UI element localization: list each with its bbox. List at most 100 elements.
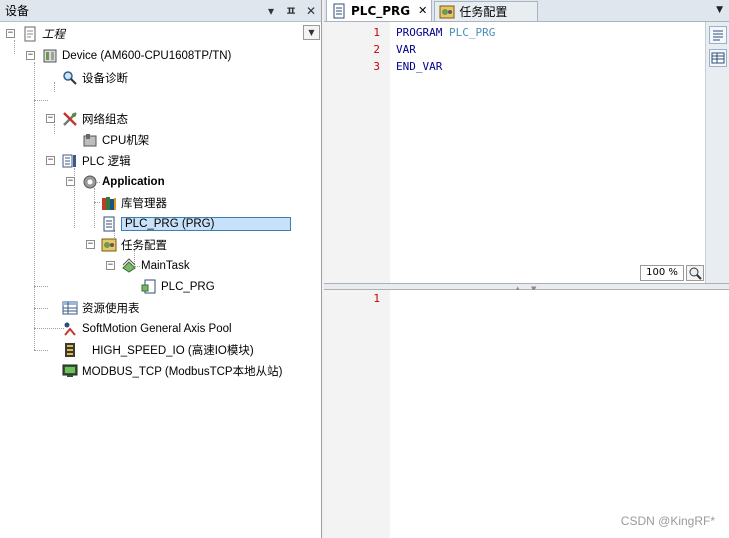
tree-item-label: CPU机架 <box>102 134 150 147</box>
tree-item-high-speed-io[interactable]: HIGH_SPEED_IO (高速IO模块) <box>62 340 254 359</box>
tab-list-dropdown[interactable]: ▼ <box>716 5 723 15</box>
line-number: 1 <box>373 292 380 305</box>
text-view-icon <box>713 30 723 41</box>
tree-item-label: PLC 逻辑 <box>82 155 131 168</box>
tree-line <box>34 62 35 350</box>
table-icon <box>62 301 78 314</box>
panel-menu-button[interactable]: ▾ <box>261 4 281 18</box>
tree-item-label: 设备诊断 <box>82 72 128 85</box>
project-icon <box>24 26 36 41</box>
tree-item-softmotion-pool[interactable]: SoftMotion General Axis Pool <box>62 319 232 338</box>
tree-item-cpu-rack[interactable]: CPU机架 <box>82 130 149 149</box>
collapse-toggle[interactable]: − <box>46 114 55 123</box>
tree-item-plc-prg[interactable]: PLC_PRG (PRG) <box>101 214 291 233</box>
pin-icon[interactable]: ㅍ <box>281 2 301 19</box>
tree-item-diagnostics[interactable]: 设备诊断 <box>62 68 128 87</box>
line-number: 3 <box>373 60 380 73</box>
line-number-gutter <box>324 290 390 538</box>
tree-line <box>14 40 15 54</box>
tree-item-main-task[interactable]: MainTask <box>121 256 190 275</box>
rack-icon <box>83 133 97 146</box>
line-number-gutter <box>324 22 390 283</box>
tree-line <box>34 328 64 329</box>
tab-plc-prg[interactable]: PLC_PRG ✕ <box>326 0 433 21</box>
tree-item-label: 库管理器 <box>121 197 167 210</box>
line-number: 1 <box>373 26 380 39</box>
tree-line <box>34 350 48 351</box>
plc-logic-icon <box>62 154 76 167</box>
table-view-icon <box>711 52 725 64</box>
code-line: END_VAR <box>396 60 443 73</box>
tree-item-application[interactable]: Application <box>82 172 165 191</box>
tree-item-resource-usage[interactable]: 资源使用表 <box>62 298 140 317</box>
device-panel-title: 设备 <box>5 4 30 18</box>
tools-icon <box>63 111 77 126</box>
tree-item-label: Application <box>102 175 165 188</box>
tab-label: 任务配置 <box>459 5 508 19</box>
tree-line <box>34 286 48 287</box>
tree-item-plc-logic[interactable]: PLC 逻辑 <box>62 151 131 170</box>
code-line: PROGRAM PLC_PRG <box>396 26 495 39</box>
code-line: VAR <box>396 43 416 56</box>
collapse-toggle[interactable]: − <box>66 177 75 186</box>
tree-item-label: MainTask <box>141 259 190 272</box>
tree-line <box>54 82 55 92</box>
editor-tab-bar: PLC_PRG ✕ 任务配置 ▼ <box>324 0 729 22</box>
tree-item-label: 任务配置 <box>121 239 167 252</box>
line-number: 2 <box>373 43 380 56</box>
program-call-icon <box>141 279 156 293</box>
tree-item-label: SoftMotion General Axis Pool <box>82 322 232 335</box>
task-config-icon <box>101 238 117 251</box>
axis-icon <box>64 322 76 336</box>
device-tree: ▼ − 工程 − Device (AM600-CPU1608TP/TN) 设备诊… <box>0 22 321 538</box>
declaration-editor[interactable]: 1 2 3 PROGRAM PLC_PRG VAR END_VAR 100 % <box>324 22 729 284</box>
zoom-icon <box>689 267 702 280</box>
app-window: 设备 ▾ ㅍ ✕ ▼ − 工程 − Device (AM600-CPU1608T… <box>0 0 729 538</box>
tab-label: PLC_PRG <box>351 3 411 18</box>
magnifier-icon <box>63 70 77 85</box>
tree-line <box>94 202 100 203</box>
tree-item-label: PLC_PRG (PRG) <box>121 216 291 231</box>
tree-line <box>94 188 95 228</box>
program-icon <box>333 3 345 18</box>
io-module-icon <box>65 342 75 357</box>
program-icon <box>103 216 115 231</box>
tree-item-task-config[interactable]: 任务配置 <box>101 235 167 254</box>
close-tab-button[interactable]: ✕ <box>418 4 427 17</box>
collapse-toggle[interactable]: − <box>106 261 115 270</box>
tree-item-project[interactable]: 工程 <box>22 24 65 43</box>
tree-line <box>34 308 48 309</box>
tree-item-library-manager[interactable]: 库管理器 <box>101 193 167 212</box>
tree-item-modbus-tcp[interactable]: MODBUS_TCP (ModbusTCP本地从站) <box>62 361 282 380</box>
zoom-button[interactable] <box>686 265 704 281</box>
tree-item-label: MODBUS_TCP (ModbusTCP本地从站) <box>82 365 283 378</box>
collapse-toggle[interactable]: − <box>26 51 35 60</box>
tree-line <box>34 100 48 101</box>
tree-item-label: Device (AM600-CPU1608TP/TN) <box>62 49 232 62</box>
tree-dropdown-button[interactable]: ▼ <box>303 25 320 40</box>
collapse-toggle[interactable]: − <box>46 156 55 165</box>
program-name: PLC_PRG <box>448 26 496 39</box>
implementation-editor[interactable]: 1 <box>324 290 729 538</box>
books-icon <box>102 196 116 210</box>
tab-task-config[interactable]: 任务配置 <box>434 1 539 21</box>
tree-item-network-config[interactable]: 网络组态 <box>62 109 128 128</box>
collapse-toggle[interactable]: − <box>86 240 95 249</box>
device-icon <box>43 49 57 62</box>
zoom-level[interactable]: 100 % <box>640 265 684 281</box>
monitor-icon <box>62 364 78 377</box>
close-panel-button[interactable]: ✕ <box>301 4 321 18</box>
editor-view-toolbar <box>705 22 729 283</box>
tree-item-device[interactable]: Device (AM600-CPU1608TP/TN) <box>42 46 231 65</box>
task-icon <box>122 257 136 273</box>
tree-item-main-task-plc-prg[interactable]: PLC_PRG <box>141 277 215 296</box>
tabular-view-button[interactable] <box>709 49 727 67</box>
task-config-icon <box>439 5 455 18</box>
textual-view-button[interactable] <box>709 26 727 44</box>
tree-line <box>54 124 55 134</box>
editor-area: PLC_PRG ✕ 任务配置 ▼ 1 2 3 PROGRAM PLC_PRG V… <box>324 0 729 538</box>
tree-item-label: PLC_PRG <box>161 280 215 293</box>
collapse-toggle[interactable]: − <box>6 29 15 38</box>
gear-icon <box>83 175 97 188</box>
device-panel-header: 设备 ▾ ㅍ ✕ <box>0 0 321 22</box>
